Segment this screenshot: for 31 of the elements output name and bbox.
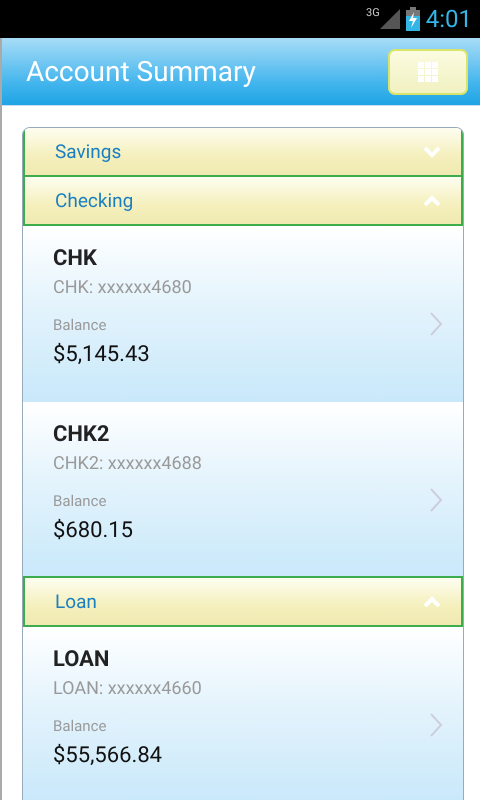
grid-icon [418,62,438,82]
network-label: 3G [366,6,380,19]
clock-time: 4:01 [426,5,472,33]
chevron-right-icon [429,311,443,337]
section-header[interactable]: Checking [23,175,463,226]
section-title: Loan [55,590,97,613]
chevron-down-icon [423,146,441,158]
balance-label: Balance [53,316,108,334]
account-number: CHK: xxxxxx4680 [53,277,192,298]
section-header[interactable]: Loan [23,576,463,627]
account-number: CHK2: xxxxxx4688 [53,453,202,474]
chevron-right-icon [429,487,443,513]
balance-amount: $680.15 [53,518,134,543]
account-name: CHK2 [53,422,111,447]
account-number: LOAN: xxxxxx4660 [53,678,202,699]
balance-amount: $5,145.43 [53,342,151,367]
account-name: LOAN [53,647,110,672]
battery-charging-icon [406,7,420,31]
menu-button[interactable] [388,48,468,94]
screen-title: Account Summary [26,55,256,88]
signal-icon [380,9,400,29]
section-title: Checking [55,189,134,212]
account-name: CHK [53,246,98,271]
chevron-up-icon [423,596,441,608]
balance-amount: $55,566.84 [53,743,164,768]
section-title: Savings [55,140,122,163]
balance-label: Balance [53,492,108,510]
chevron-up-icon [423,194,441,206]
balance-label: Balance [53,717,108,735]
section-header[interactable]: Savings [23,128,463,177]
chevron-right-icon [429,712,443,738]
